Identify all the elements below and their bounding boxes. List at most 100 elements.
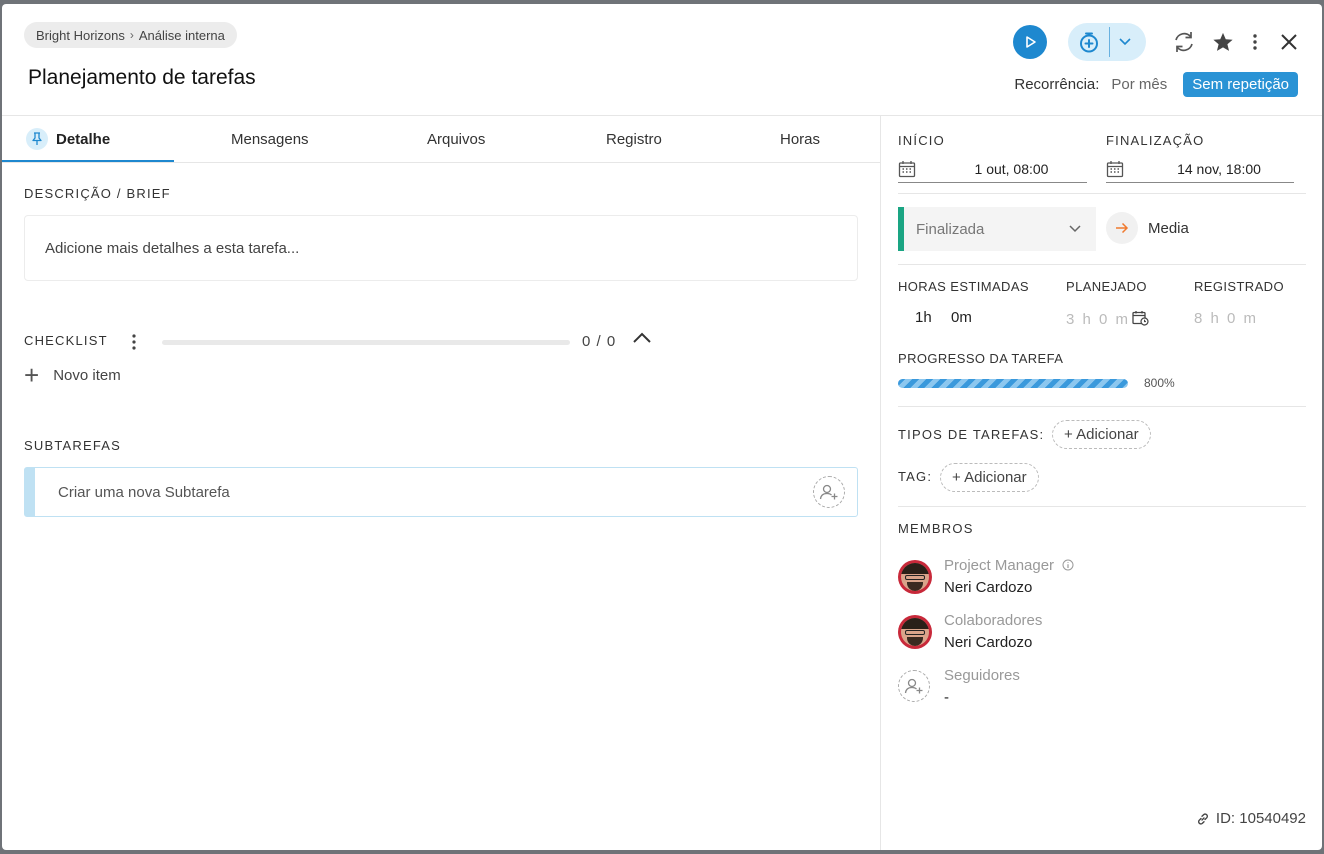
status-color-bar — [898, 207, 904, 251]
end-label: FINALIZAÇÃO — [1106, 133, 1205, 148]
close-button[interactable] — [1274, 27, 1304, 57]
avatar[interactable] — [898, 615, 932, 649]
timer-divider — [1109, 27, 1110, 57]
chevron-down-icon — [1069, 225, 1081, 233]
breadcrumb-project[interactable]: Bright Horizons — [36, 28, 125, 43]
estimated-minutes-input[interactable]: 0m — [951, 309, 972, 326]
tab-horas[interactable]: Horas — [780, 116, 820, 162]
checklist-count: 0 / 0 — [582, 333, 617, 350]
tag-label: TAG: — [898, 469, 933, 484]
avatar[interactable] — [898, 560, 932, 594]
new-subtask-input[interactable]: Criar uma nova Subtarefa — [24, 467, 858, 517]
play-icon — [1026, 36, 1036, 48]
breadcrumb[interactable]: Bright Horizons › Análise interna — [24, 22, 237, 48]
divider — [898, 406, 1306, 407]
add-user-icon — [904, 678, 923, 694]
planned-label: PLANEJADO — [1066, 279, 1147, 294]
collapse-checklist-button[interactable] — [632, 331, 652, 349]
member-role-project-manager: Project Manager — [944, 557, 1074, 574]
kebab-menu-icon — [132, 334, 136, 350]
chevron-up-icon — [633, 332, 651, 343]
info-icon[interactable] — [1062, 559, 1074, 571]
registered-label: REGISTRADO — [1194, 279, 1284, 294]
end-date-field[interactable]: 14 nov, 18:00 — [1106, 155, 1294, 183]
member-name[interactable]: Neri Cardozo — [944, 579, 1032, 596]
tab-label: Detalhe — [56, 130, 111, 148]
status-dropdown[interactable]: Finalizada — [898, 207, 1096, 251]
status-value: Finalizada — [916, 220, 985, 238]
task-id-value: ID: 10540492 — [1215, 810, 1306, 827]
task-types-label: TIPOS DE TAREFAS: — [898, 427, 1045, 442]
task-progress-label: PROGRESSO DA TAREFA — [898, 351, 1064, 366]
add-tag-button[interactable]: + Adicionar — [940, 463, 1039, 492]
recurrence-label: Recorrência: — [1014, 76, 1100, 93]
priority-value: Media — [1148, 219, 1189, 237]
new-item-label: Novo item — [53, 366, 121, 384]
stopwatch-icon — [1080, 32, 1098, 53]
favorite-button[interactable] — [1208, 27, 1238, 57]
end-date-value: 14 nov, 18:00 — [1177, 160, 1261, 177]
subtasks-label: SUBTAREFAS — [24, 438, 122, 453]
chevron-down-icon[interactable] — [1118, 37, 1132, 47]
task-progress-percent: 800% — [1144, 376, 1175, 390]
more-options-button[interactable] — [1248, 29, 1262, 55]
checklist-label: CHECKLIST — [24, 333, 108, 348]
add-task-type-button[interactable]: + Adicionar — [1052, 420, 1151, 449]
calendar-icon — [898, 160, 916, 177]
checklist-progress-bar — [162, 340, 570, 345]
breadcrumb-section[interactable]: Análise interna — [139, 28, 225, 43]
star-icon — [1213, 32, 1233, 51]
calendar-icon — [1106, 160, 1124, 177]
checklist-menu-button[interactable] — [129, 332, 139, 350]
task-modal: Bright Horizons › Análise interna Planej… — [2, 4, 1322, 850]
divider — [898, 264, 1306, 265]
tab-detalhe[interactable]: Detalhe — [26, 116, 110, 162]
role-label: Project Manager — [944, 557, 1055, 574]
refresh-icon — [1175, 32, 1193, 52]
subtask-accent-bar — [25, 468, 35, 516]
assign-user-button[interactable] — [813, 476, 845, 508]
calendar-clock-icon[interactable] — [1132, 310, 1149, 326]
task-id[interactable]: ID: 10540492 — [1196, 810, 1306, 827]
estimated-hours-input[interactable]: 1h — [915, 309, 932, 326]
link-icon — [1197, 812, 1208, 825]
description-placeholder: Adicione mais detalhes a esta tarefa... — [45, 239, 300, 257]
refresh-button[interactable] — [1169, 27, 1199, 57]
recurrence-value[interactable]: Por mês — [1111, 76, 1167, 93]
planned-value: 3 h 0 m — [1066, 311, 1131, 328]
members-label: MEMBROS — [898, 521, 974, 536]
subtask-placeholder: Criar uma nova Subtarefa — [58, 483, 230, 501]
estimated-hours-label: HORAS ESTIMADAS — [898, 279, 1029, 294]
repeat-badge[interactable]: Sem repetição — [1183, 72, 1298, 97]
plus-icon: + — [24, 360, 40, 390]
panel-divider — [880, 116, 881, 850]
task-progress-bar — [898, 379, 1128, 388]
add-user-icon — [819, 484, 838, 500]
member-name[interactable]: Neri Cardozo — [944, 634, 1032, 651]
page-title: Planejamento de tarefas — [28, 66, 256, 89]
add-follower-button[interactable] — [898, 670, 930, 702]
start-date-value: 1 out, 08:00 — [974, 160, 1049, 177]
timer-button[interactable] — [1068, 23, 1146, 61]
tab-bar: Detalhe Mensagens Arquivos Registro Hora… — [2, 116, 880, 163]
pin-icon — [26, 128, 48, 150]
play-button[interactable] — [1013, 25, 1047, 59]
start-date-field[interactable]: 1 out, 08:00 — [898, 155, 1087, 183]
tab-registro[interactable]: Registro — [606, 116, 662, 162]
kebab-menu-icon — [1253, 34, 1257, 50]
tab-arquivos[interactable]: Arquivos — [427, 116, 485, 162]
active-tab-indicator — [2, 160, 174, 162]
close-icon — [1281, 34, 1297, 50]
new-item-button[interactable]: + Novo item — [24, 360, 121, 390]
registered-value: 8 h 0 m — [1194, 310, 1259, 327]
tab-mensagens[interactable]: Mensagens — [231, 116, 309, 162]
recurrence: Recorrência: Por mês Sem repetição — [1014, 72, 1298, 97]
description-label: DESCRIÇÃO / BRIEF — [24, 186, 171, 201]
start-label: INÍCIO — [898, 133, 945, 148]
member-name: - — [944, 689, 949, 706]
member-role-collaborators: Colaboradores — [944, 612, 1043, 629]
priority-selector[interactable]: Media — [1106, 212, 1189, 244]
member-role-followers: Seguidores — [944, 667, 1020, 684]
chevron-right-icon: › — [129, 28, 134, 42]
description-field[interactable]: Adicione mais detalhes a esta tarefa... — [24, 215, 858, 281]
